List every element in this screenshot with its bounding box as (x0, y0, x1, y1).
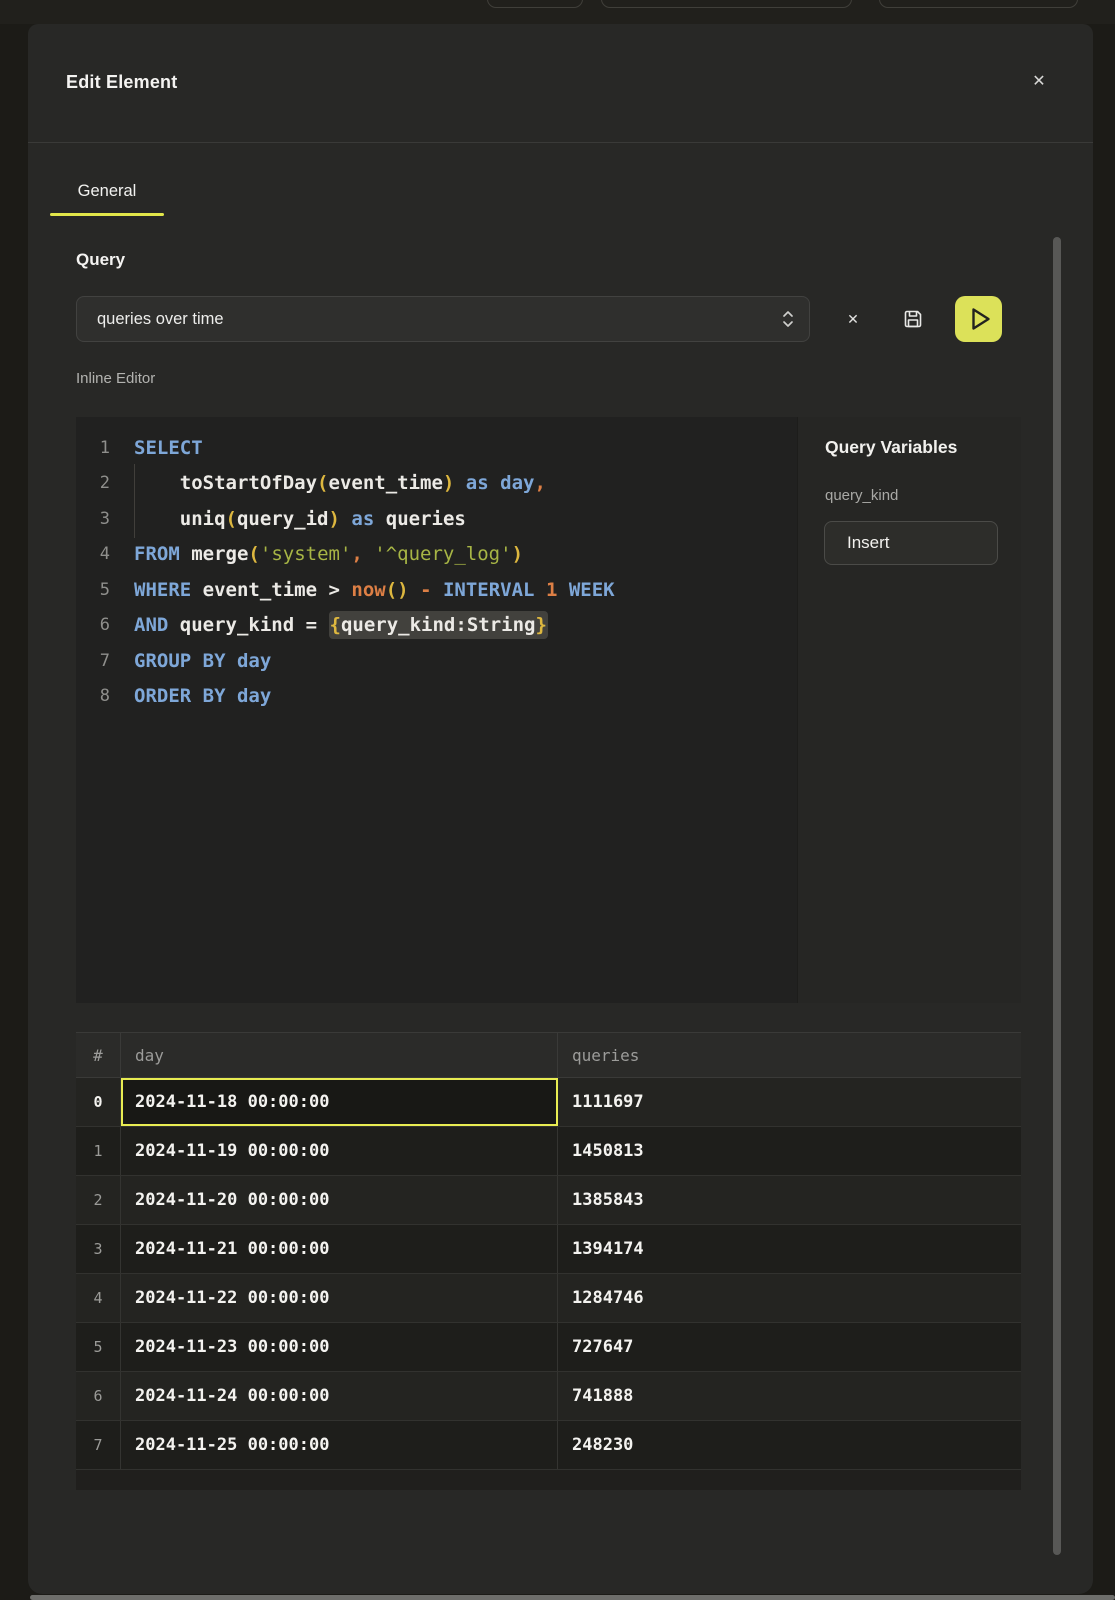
save-query-button[interactable] (898, 304, 928, 334)
line-code: FROM merge('system', '^query_log') (134, 543, 523, 565)
results-table-footer (76, 1470, 1021, 1490)
variable-name-label: query_kind (825, 487, 898, 504)
tab-active-underline (50, 213, 164, 217)
background-button-1 (487, 0, 583, 8)
line-code: SELECT (134, 437, 203, 459)
day-cell[interactable]: 2024-11-24 00:00:00 (121, 1372, 558, 1420)
queries-cell[interactable]: 1111697 (558, 1078, 1021, 1126)
select-chevrons-icon (781, 307, 795, 331)
run-query-button[interactable] (955, 296, 1002, 342)
header-divider (28, 142, 1093, 143)
table-row: 72024-11-25 00:00:00248230 (76, 1421, 1021, 1470)
table-row: 32024-11-21 00:00:001394174 (76, 1225, 1021, 1274)
code-lines: 1 SELECT 2 toStartOfDay(event_time) as day… (76, 430, 797, 714)
close-icon: ✕ (1032, 71, 1045, 91)
row-index-cell[interactable]: 4 (76, 1274, 121, 1322)
code-line: 6 AND query_kind = {query_kind:String} (76, 608, 797, 644)
day-cell[interactable]: 2024-11-19 00:00:00 (121, 1127, 558, 1175)
queries-cell[interactable]: 727647 (558, 1323, 1021, 1371)
save-icon (902, 308, 924, 330)
line-number: 5 (76, 580, 110, 600)
tab-general-label: General (50, 182, 164, 201)
queries-cell[interactable]: 1450813 (558, 1127, 1021, 1175)
day-cell[interactable]: 2024-11-18 00:00:00 (121, 1078, 558, 1126)
queries-cell[interactable]: 248230 (558, 1421, 1021, 1469)
query-section-label: Query (76, 250, 125, 270)
row-index-cell[interactable]: 5 (76, 1323, 121, 1371)
close-button[interactable]: ✕ (1024, 66, 1054, 96)
tab-general[interactable]: General (50, 166, 164, 216)
sql-editor: 1 SELECT 2 toStartOfDay(event_time) as day… (76, 417, 1021, 1003)
column-header-queries: queries (558, 1033, 1021, 1077)
query-select-value: queries over time (97, 310, 781, 329)
page-horizontal-scrollbar[interactable] (30, 1595, 1115, 1600)
code-line: 2 toStartOfDay(event_time) as day, (76, 466, 797, 502)
query-variables-panel: Query Variables query_kind Insert (797, 417, 1021, 1003)
edit-element-modal: Edit Element ✕ General Query queries ove… (28, 24, 1093, 1594)
line-number: 6 (76, 615, 110, 635)
line-number: 8 (76, 686, 110, 706)
day-cell[interactable]: 2024-11-25 00:00:00 (121, 1421, 558, 1469)
code-line: 3 uniq(query_id) as queries (76, 501, 797, 537)
line-code: toStartOfDay(event_time) as day, (134, 472, 546, 494)
row-index-cell[interactable]: 3 (76, 1225, 121, 1273)
insert-variable-button[interactable]: Insert (824, 521, 998, 565)
line-number: 1 (76, 438, 110, 458)
line-number: 4 (76, 544, 110, 564)
clear-icon: ✕ (847, 311, 859, 328)
row-index-cell[interactable]: 2 (76, 1176, 121, 1224)
line-code: ORDER BY day (134, 685, 271, 707)
queries-cell[interactable]: 741888 (558, 1372, 1021, 1420)
row-index-cell[interactable]: 1 (76, 1127, 121, 1175)
query-variable-chip: {query_kind:String} (329, 611, 548, 639)
background-button-2 (601, 0, 852, 8)
day-cell[interactable]: 2024-11-20 00:00:00 (121, 1176, 558, 1224)
queries-cell[interactable]: 1394174 (558, 1225, 1021, 1273)
table-row: 42024-11-22 00:00:001284746 (76, 1274, 1021, 1323)
line-code: uniq(query_id) as queries (134, 508, 466, 530)
column-header-day: day (121, 1033, 558, 1077)
inline-editor-label: Inline Editor (76, 370, 155, 387)
code-line: 1 SELECT (76, 430, 797, 466)
line-code: WHERE event_time > now() - INTERVAL 1 WE… (134, 579, 615, 601)
day-cell[interactable]: 2024-11-21 00:00:00 (121, 1225, 558, 1273)
modal-scrollbar[interactable] (1053, 237, 1061, 1555)
line-number: 2 (76, 473, 110, 493)
modal-title: Edit Element (66, 72, 177, 93)
background-button-3 (879, 0, 1078, 8)
day-cell[interactable]: 2024-11-23 00:00:00 (121, 1323, 558, 1371)
column-header-index: # (76, 1033, 121, 1077)
line-number: 7 (76, 651, 110, 671)
line-code: AND query_kind = {query_kind:String} (134, 614, 548, 636)
clear-query-button[interactable]: ✕ (838, 304, 868, 334)
table-row: 02024-11-18 00:00:001111697 (76, 1078, 1021, 1127)
background-topbar (0, 0, 1115, 24)
table-row: 52024-11-23 00:00:00727647 (76, 1323, 1021, 1372)
query-select[interactable]: queries over time (76, 296, 810, 342)
table-row: 12024-11-19 00:00:001450813 (76, 1127, 1021, 1176)
code-area[interactable]: 1 SELECT 2 toStartOfDay(event_time) as day… (76, 417, 797, 1003)
queries-cell[interactable]: 1385843 (558, 1176, 1021, 1224)
play-icon (955, 296, 1002, 342)
row-index-cell[interactable]: 7 (76, 1421, 121, 1469)
code-line: 5 WHERE event_time > now() - INTERVAL 1 W… (76, 572, 797, 608)
table-row: 22024-11-20 00:00:001385843 (76, 1176, 1021, 1225)
code-line: 7 GROUP BY day (76, 643, 797, 679)
results-table-header: # day queries (76, 1032, 1021, 1078)
code-line: 4 FROM merge('system', '^query_log') (76, 537, 797, 573)
query-variables-title: Query Variables (825, 437, 957, 458)
line-number: 3 (76, 509, 110, 529)
row-index-cell[interactable]: 0 (76, 1078, 121, 1126)
row-index-cell[interactable]: 6 (76, 1372, 121, 1420)
results-table: # day queries 02024-11-18 00:00:00111169… (76, 1032, 1021, 1490)
line-code: GROUP BY day (134, 650, 271, 672)
queries-cell[interactable]: 1284746 (558, 1274, 1021, 1322)
code-line: 8 ORDER BY day (76, 679, 797, 715)
results-table-body: 02024-11-18 00:00:00111169712024-11-19 0… (76, 1078, 1021, 1470)
day-cell[interactable]: 2024-11-22 00:00:00 (121, 1274, 558, 1322)
table-row: 62024-11-24 00:00:00741888 (76, 1372, 1021, 1421)
